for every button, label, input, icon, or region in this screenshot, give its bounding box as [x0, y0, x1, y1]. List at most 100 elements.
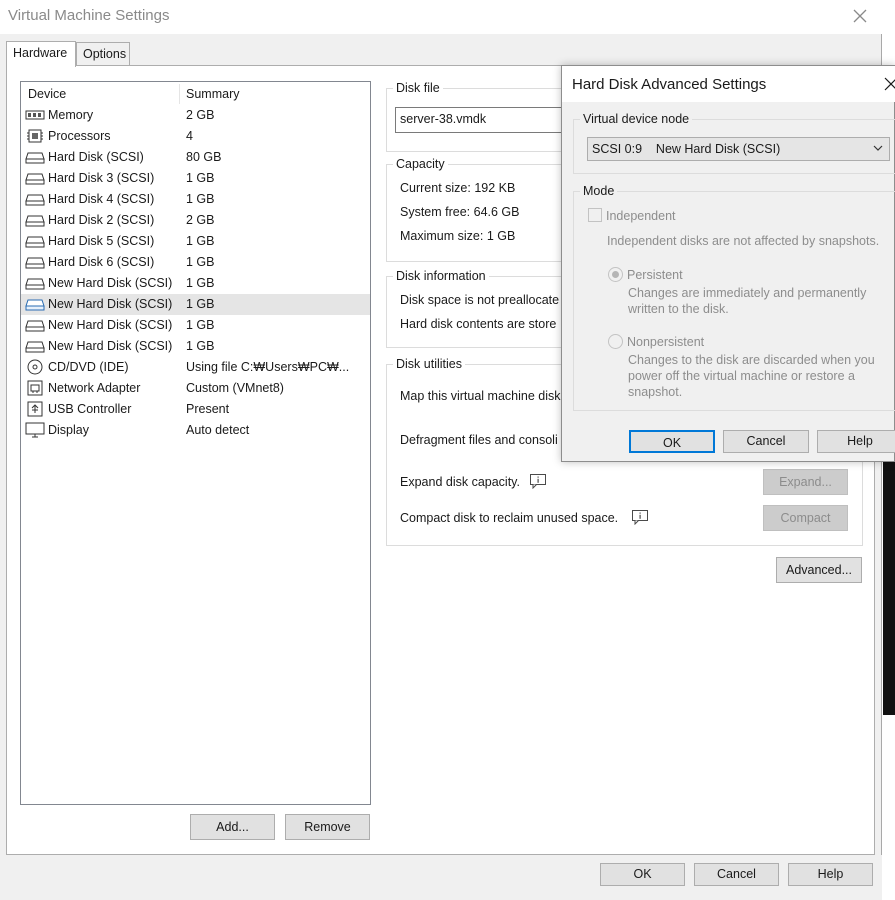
- device-summary: Present: [186, 402, 230, 416]
- column-header-summary[interactable]: Summary: [186, 87, 239, 101]
- advanced-button[interactable]: Advanced...: [776, 557, 862, 583]
- device-name: New Hard Disk (SCSI): [48, 339, 173, 353]
- processor-icon: [25, 128, 45, 144]
- device-row[interactable]: Hard Disk 4 (SCSI) 1 GB: [21, 189, 370, 210]
- device-name: Hard Disk 4 (SCSI): [48, 192, 155, 206]
- nonpersistent-label: Nonpersistent: [627, 335, 705, 349]
- device-row[interactable]: Hard Disk 3 (SCSI) 1 GB: [21, 168, 370, 189]
- hard-disk-icon: [25, 296, 45, 312]
- device-name: Hard Disk (SCSI): [48, 150, 144, 164]
- disk-file-field[interactable]: server-38.vmdk: [395, 107, 575, 133]
- close-icon[interactable]: [850, 6, 870, 26]
- advanced-help-button[interactable]: Help: [817, 430, 895, 453]
- add-button[interactable]: Add...: [190, 814, 275, 840]
- hard-disk-icon: [25, 149, 45, 165]
- independent-checkbox[interactable]: [588, 208, 602, 222]
- device-summary: 2 GB: [186, 213, 215, 227]
- device-summary: 1 GB: [186, 297, 215, 311]
- help-button[interactable]: Help: [788, 863, 873, 886]
- persistent-radio[interactable]: [608, 267, 623, 282]
- device-name: USB Controller: [48, 402, 132, 416]
- device-summary: 1 GB: [186, 339, 215, 353]
- cd-dvd-icon: [25, 359, 45, 375]
- ok-button[interactable]: OK: [600, 863, 685, 886]
- device-row[interactable]: New Hard Disk (SCSI) 1 GB: [21, 336, 370, 357]
- hard-disk-advanced-dialog: Hard Disk Advanced Settings Virtual devi…: [561, 65, 895, 462]
- device-summary: 1 GB: [186, 276, 215, 290]
- disk-file-value: server-38.vmdk: [400, 112, 487, 126]
- system-free: System free: 64.6 GB: [400, 205, 520, 219]
- persistent-description-1: Changes are immediately and permanently: [628, 286, 867, 300]
- hard-disk-icon: [25, 170, 45, 186]
- tab-hardware[interactable]: Hardware: [6, 41, 76, 67]
- device-row[interactable]: Processors 4: [21, 126, 370, 147]
- device-row[interactable]: Memory 2 GB: [21, 105, 370, 126]
- device-summary: 80 GB: [186, 150, 222, 164]
- advanced-close-icon[interactable]: [881, 74, 895, 94]
- device-name: Processors: [48, 129, 111, 143]
- display-icon: [25, 422, 45, 438]
- column-header-device[interactable]: Device: [28, 87, 66, 101]
- mode-group: Mode Independent Independent disks are n…: [573, 184, 895, 411]
- device-name: CD/DVD (IDE): [48, 360, 129, 374]
- device-row[interactable]: Network Adapter Custom (VMnet8): [21, 378, 370, 399]
- device-row[interactable]: Hard Disk 2 (SCSI) 2 GB: [21, 210, 370, 231]
- chevron-down-icon: [873, 145, 883, 151]
- cancel-button[interactable]: Cancel: [694, 863, 779, 886]
- device-summary: 2 GB: [186, 108, 215, 122]
- device-summary: 1 GB: [186, 171, 215, 185]
- device-row[interactable]: USB Controller Present: [21, 399, 370, 420]
- network-adapter-icon: [25, 380, 45, 396]
- disk-info-line-1: Disk space is not preallocate: [400, 293, 560, 307]
- expand-text: Expand disk capacity.: [400, 475, 520, 489]
- compact-button[interactable]: Compact: [763, 505, 848, 531]
- device-name: Hard Disk 6 (SCSI): [48, 255, 155, 269]
- persistent-label: Persistent: [627, 268, 683, 282]
- advanced-cancel-button[interactable]: Cancel: [723, 430, 809, 453]
- hard-disk-icon: [25, 254, 45, 270]
- nonpersistent-radio[interactable]: [608, 334, 623, 349]
- mode-title: Mode: [580, 184, 618, 198]
- persistent-description-2: written to the disk.: [628, 302, 729, 316]
- hard-disk-icon: [25, 317, 45, 333]
- device-row[interactable]: New Hard Disk (SCSI) 1 GB: [21, 315, 370, 336]
- memory-icon: [25, 107, 45, 123]
- device-summary: Custom (VMnet8): [186, 381, 284, 395]
- device-summary: 1 GB: [186, 234, 215, 248]
- expand-button[interactable]: Expand...: [763, 469, 848, 495]
- device-row[interactable]: New Hard Disk (SCSI) 1 GB: [21, 273, 370, 294]
- device-row[interactable]: New Hard Disk (SCSI) 1 GB: [21, 294, 370, 315]
- nonpersistent-description-2: power off the virtual machine or restore…: [628, 369, 855, 383]
- tab-options[interactable]: Options: [76, 42, 130, 66]
- device-name: Hard Disk 2 (SCSI): [48, 213, 155, 227]
- hard-disk-icon: [25, 212, 45, 228]
- advanced-ok-button[interactable]: OK: [629, 430, 715, 453]
- hard-disk-icon: [25, 275, 45, 291]
- compact-info-icon[interactable]: [631, 509, 649, 525]
- device-row[interactable]: Display Auto detect: [21, 420, 370, 441]
- device-summary: Auto detect: [186, 423, 250, 437]
- expand-info-icon[interactable]: [529, 473, 547, 489]
- virtual-device-node-title: Virtual device node: [580, 112, 693, 126]
- remove-button[interactable]: Remove: [285, 814, 370, 840]
- tab-options-label: Options: [83, 47, 127, 61]
- device-summary: 1 GB: [186, 318, 215, 332]
- hard-disk-icon: [25, 338, 45, 354]
- device-row[interactable]: Hard Disk 5 (SCSI) 1 GB: [21, 231, 370, 252]
- device-row[interactable]: Hard Disk 6 (SCSI) 1 GB: [21, 252, 370, 273]
- hard-disk-icon: [25, 233, 45, 249]
- independent-label: Independent: [606, 209, 676, 223]
- advanced-dialog-title: Hard Disk Advanced Settings: [572, 76, 767, 93]
- hard-disk-icon: [25, 191, 45, 207]
- virtual-device-node-select[interactable]: SCSI 0:9 New Hard Disk (SCSI): [587, 137, 890, 161]
- device-row[interactable]: CD/DVD (IDE) Using file C:₩Users₩PC₩...: [21, 357, 370, 378]
- virtual-device-node-group: Virtual device node SCSI 0:9 New Hard Di…: [573, 112, 895, 174]
- device-name: New Hard Disk (SCSI): [48, 297, 173, 311]
- maximum-size: Maximum size: 1 GB: [400, 229, 516, 243]
- defragment-text: Defragment files and consoli: [400, 433, 558, 447]
- device-list[interactable]: Device Summary Memory 2 GB Processors 4 Hard…: [20, 81, 371, 805]
- device-name: Network Adapter: [48, 381, 141, 395]
- disk-utilities-title: Disk utilities: [393, 357, 465, 371]
- device-row[interactable]: Hard Disk (SCSI) 80 GB: [21, 147, 370, 168]
- title-bar: Virtual Machine Settings: [0, 0, 882, 34]
